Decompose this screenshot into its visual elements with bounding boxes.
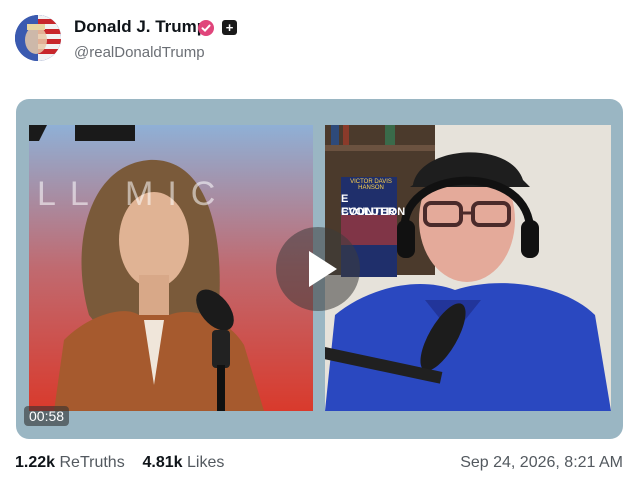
verified-badge-icon xyxy=(198,20,214,36)
author-name[interactable]: Donald J. Trump xyxy=(74,17,207,37)
video-duration: 00:58 xyxy=(24,406,70,426)
post-stats: 1.22k ReTruths 4.81k Likes xyxy=(15,454,224,472)
play-icon xyxy=(309,251,337,287)
video-pane-right: VICTOR DAVIS HANSON E COUNTER EVOLUTION xyxy=(325,125,611,411)
retruths-label[interactable]: ReTruths xyxy=(60,454,125,471)
backdrop-text: LL MIC xyxy=(37,175,230,213)
retruths-count[interactable]: 1.22k xyxy=(15,454,55,471)
play-button[interactable] xyxy=(276,227,360,311)
likes-count[interactable]: 4.81k xyxy=(142,454,182,471)
avatar[interactable] xyxy=(15,15,61,61)
likes-label[interactable]: Likes xyxy=(187,454,224,471)
author-handle[interactable]: @realDonaldTrump xyxy=(74,44,205,61)
video-pane-left: LL MIC xyxy=(29,125,313,411)
plus-icon[interactable]: + xyxy=(222,20,237,35)
book-top-text: VICTOR DAVIS HANSON xyxy=(350,179,392,191)
post-timestamp[interactable]: Sep 24, 2026, 8:21 AM xyxy=(460,454,623,472)
book-title-2: EVOLUTION xyxy=(341,206,406,218)
video-player[interactable]: LL MIC VICTOR DAVIS HANSON E COUNTER EVO… xyxy=(16,99,623,439)
